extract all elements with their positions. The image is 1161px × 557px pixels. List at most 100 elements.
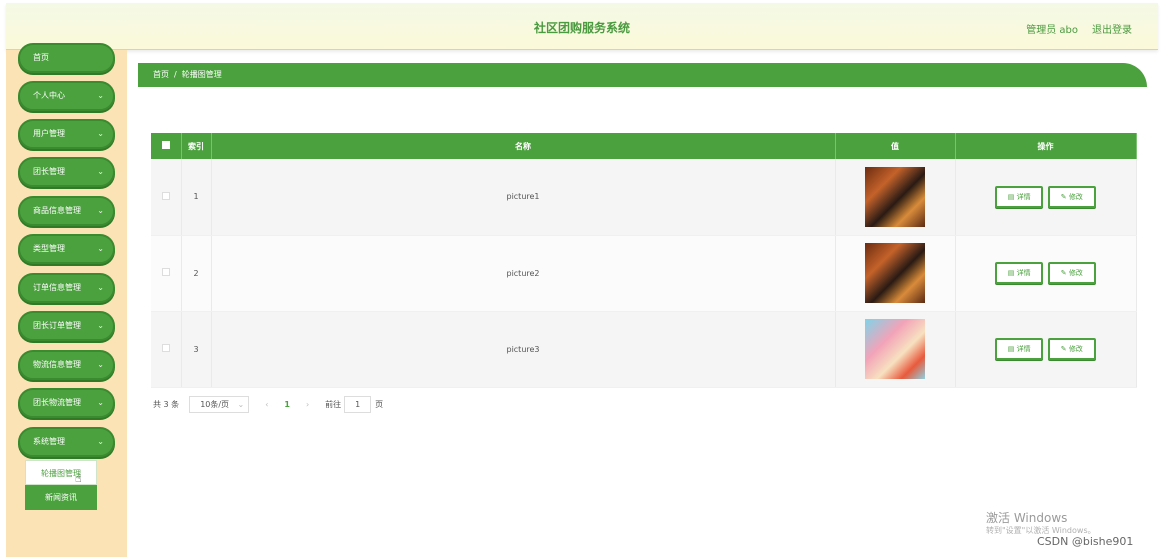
checkbox-icon [161, 344, 170, 352]
sidebar-item-leader-management[interactable]: 团长管理 ⌄ [18, 157, 115, 187]
goto-page-input[interactable]: 1 [344, 396, 372, 413]
edit-icon: ✎ [1060, 345, 1069, 353]
detail-button-label: 详情 [1016, 192, 1031, 201]
next-page-icon[interactable]: › [306, 400, 309, 409]
breadcrumb: 首页 / 轮播图管理 [138, 63, 1147, 87]
row-actions: ▤ 详情 ✎ 修改 [955, 311, 1137, 388]
prev-page-icon[interactable]: ‹ [265, 400, 268, 409]
sidebar-item-label: 团长订单管理 [33, 321, 81, 330]
submenu-item-carousel[interactable]: 轮播图管理 ☝ [25, 460, 97, 485]
column-header-actions: 操作 [955, 133, 1137, 159]
windows-activation-watermark: 激活 Windows [986, 511, 1068, 525]
sidebar-item-label: 用户管理 [33, 129, 65, 138]
sidebar-item-label: 商品信息管理 [33, 206, 81, 215]
table-row: 3 picture3 ▤ 详情 ✎ 修改 [151, 311, 1137, 388]
breadcrumb-separator: / [174, 70, 177, 79]
select-all-checkbox[interactable] [151, 133, 182, 159]
sidebar-item-type-management[interactable]: 类型管理 ⌄ [18, 234, 115, 264]
sidebar-item-leader-order-management[interactable]: 团长订单管理 ⌄ [18, 311, 115, 341]
row-actions: ▤ 详情 ✎ 修改 [955, 159, 1137, 236]
csdn-credit-watermark: CSDN @bishe901 [1037, 535, 1134, 548]
header-user-area: 管理员 abo 退出登录 [1026, 21, 1132, 36]
chevron-down-icon: ⌄ [97, 244, 104, 253]
row-index: 3 [181, 311, 212, 388]
detail-button[interactable]: ▤ 详情 [995, 185, 1044, 208]
chevron-down-icon: ⌄ [97, 91, 104, 100]
top-header: 社区团购服务系统 管理员 abo 退出登录 [6, 3, 1158, 50]
chevron-down-icon: ⌄ [97, 167, 104, 176]
sidebar-item-leader-logistics-management[interactable]: 团长物流管理 ⌄ [18, 388, 115, 418]
goto-label: 前往 [325, 400, 342, 409]
row-checkbox[interactable] [151, 311, 182, 388]
sidebar-item-home[interactable]: 首页 [18, 43, 115, 73]
table-header-row: 索引 名称 值 操作 [151, 133, 1137, 159]
chevron-down-icon: ⌄ [237, 400, 245, 409]
column-header-value: 值 [835, 133, 956, 159]
food-image[interactable] [865, 166, 925, 227]
detail-button[interactable]: ▤ 详情 [995, 262, 1044, 284]
sidebar-item-label: 首页 [33, 53, 49, 62]
row-name: picture1 [211, 159, 836, 236]
chevron-down-icon: ⌄ [97, 437, 104, 446]
system-submenu: 轮播图管理 ☝ 新闻资讯 [25, 460, 97, 510]
edit-button-label: 修改 [1068, 345, 1083, 353]
carousel-table: 索引 名称 值 操作 1 picture1 ▤ 详情 ✎ 修改 2 pictur… [151, 133, 1137, 388]
sidebar-item-logistics-management[interactable]: 物流信息管理 ⌄ [18, 350, 115, 380]
app-title: 社区团购服务系统 [533, 21, 630, 35]
sidebar-item-product-management[interactable]: 商品信息管理 ⌄ [18, 196, 115, 226]
breadcrumb-current: 轮播图管理 [181, 70, 222, 79]
edit-button[interactable]: ✎ 修改 [1047, 338, 1096, 360]
sidebar-item-order-management[interactable]: 订单信息管理 ⌄ [18, 273, 115, 303]
submenu-item-label: 新闻资讯 [45, 493, 77, 502]
edit-icon: ✎ [1060, 192, 1069, 201]
sidebar-item-label: 团长物流管理 [33, 398, 81, 407]
chevron-down-icon: ⌄ [97, 283, 104, 292]
row-checkbox[interactable] [151, 159, 182, 236]
chevron-down-icon: ⌄ [97, 129, 104, 138]
row-index: 1 [181, 159, 212, 236]
chevron-down-icon: ⌄ [97, 321, 104, 330]
chevron-down-icon: ⌄ [97, 206, 104, 215]
edit-button[interactable]: ✎ 修改 [1047, 262, 1096, 284]
row-checkbox[interactable] [151, 235, 182, 312]
row-image-cell [835, 311, 956, 388]
sidebar-item-system-management[interactable]: 系统管理 ⌄ [18, 427, 115, 457]
edit-button-label: 修改 [1068, 269, 1083, 277]
chevron-down-icon: ⌄ [97, 360, 104, 369]
table-row: 2 picture2 ▤ 详情 ✎ 修改 [151, 235, 1137, 312]
sidebar-item-label: 系统管理 [33, 437, 65, 446]
detail-button[interactable]: ▤ 详情 [995, 338, 1044, 360]
page-size-select[interactable]: 10条/页 ⌄ [189, 396, 250, 413]
detail-button-label: 详情 [1016, 345, 1031, 353]
row-name: picture3 [211, 311, 836, 388]
sidebar-item-user-management[interactable]: 用户管理 ⌄ [18, 119, 115, 149]
detail-icon: ▤ [1007, 345, 1017, 353]
row-actions: ▤ 详情 ✎ 修改 [955, 235, 1137, 312]
table-row: 1 picture1 ▤ 详情 ✎ 修改 [151, 159, 1137, 236]
breadcrumb-home[interactable]: 首页 [153, 70, 169, 79]
current-page-number[interactable]: 1 [284, 400, 290, 409]
edit-icon: ✎ [1060, 269, 1069, 277]
column-header-name: 名称 [211, 133, 836, 159]
sidebar-item-label: 订单信息管理 [33, 283, 81, 292]
admin-user-label: 管理员 abo [1026, 25, 1078, 36]
detail-icon: ▤ [1007, 269, 1017, 277]
sidebar-item-label: 个人中心 [33, 91, 65, 100]
sidebar-item-label: 物流信息管理 [33, 360, 81, 369]
colorful-food-image[interactable] [865, 319, 925, 379]
row-image-cell [835, 235, 956, 312]
total-count: 共 3 条 [153, 400, 180, 409]
food-image[interactable] [865, 243, 925, 303]
sidebar-item-label: 团长管理 [33, 167, 65, 176]
submenu-item-news[interactable]: 新闻资讯 [25, 485, 97, 510]
edit-button[interactable]: ✎ 修改 [1047, 185, 1096, 208]
sidebar-item-personal-center[interactable]: 个人中心 ⌄ [18, 81, 115, 111]
checkbox-icon [161, 268, 170, 276]
logout-link[interactable]: 退出登录 [1092, 21, 1132, 36]
detail-icon: ▤ [1007, 192, 1017, 201]
sidebar-item-label: 类型管理 [33, 244, 65, 253]
page-unit-label: 页 [375, 400, 384, 409]
row-image-cell [835, 159, 956, 236]
pagination: 共 3 条 10条/页 ⌄ ‹ 1 › 前往 1 页 [153, 396, 383, 413]
row-name: picture2 [211, 235, 836, 312]
